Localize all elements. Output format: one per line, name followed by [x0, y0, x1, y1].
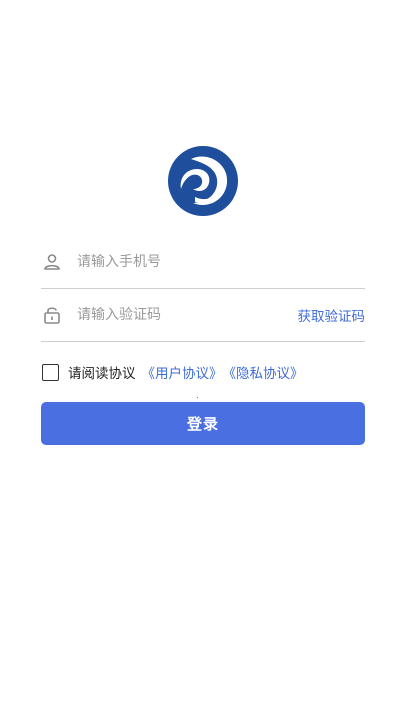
phone-field — [41, 236, 365, 289]
lock-icon — [41, 304, 63, 326]
phone-input[interactable] — [77, 250, 365, 274]
agreement-checkbox[interactable] — [42, 363, 59, 381]
agreement-prefix: 请阅读协议 — [68, 366, 136, 382]
get-code-button[interactable]: 获取验证码 — [298, 305, 366, 325]
verification-code-input[interactable] — [77, 303, 298, 327]
code-field: 获取验证码 — [41, 289, 365, 342]
privacy-policy-link[interactable]: 《隐私协议》 — [223, 362, 304, 382]
user-icon — [41, 251, 63, 273]
brand-logo-icon — [168, 146, 238, 216]
agreement-row: 请阅读协议 《用户协议》 《隐私协议》 — [42, 362, 304, 382]
login-screen: 获取验证码 请阅读协议 《用户协议》 《隐私协议》 登录 — [0, 0, 406, 723]
divider-dot — [197, 397, 198, 398]
user-agreement-link[interactable]: 《用户协议》 — [142, 362, 223, 382]
login-button[interactable]: 登录 — [41, 402, 365, 445]
